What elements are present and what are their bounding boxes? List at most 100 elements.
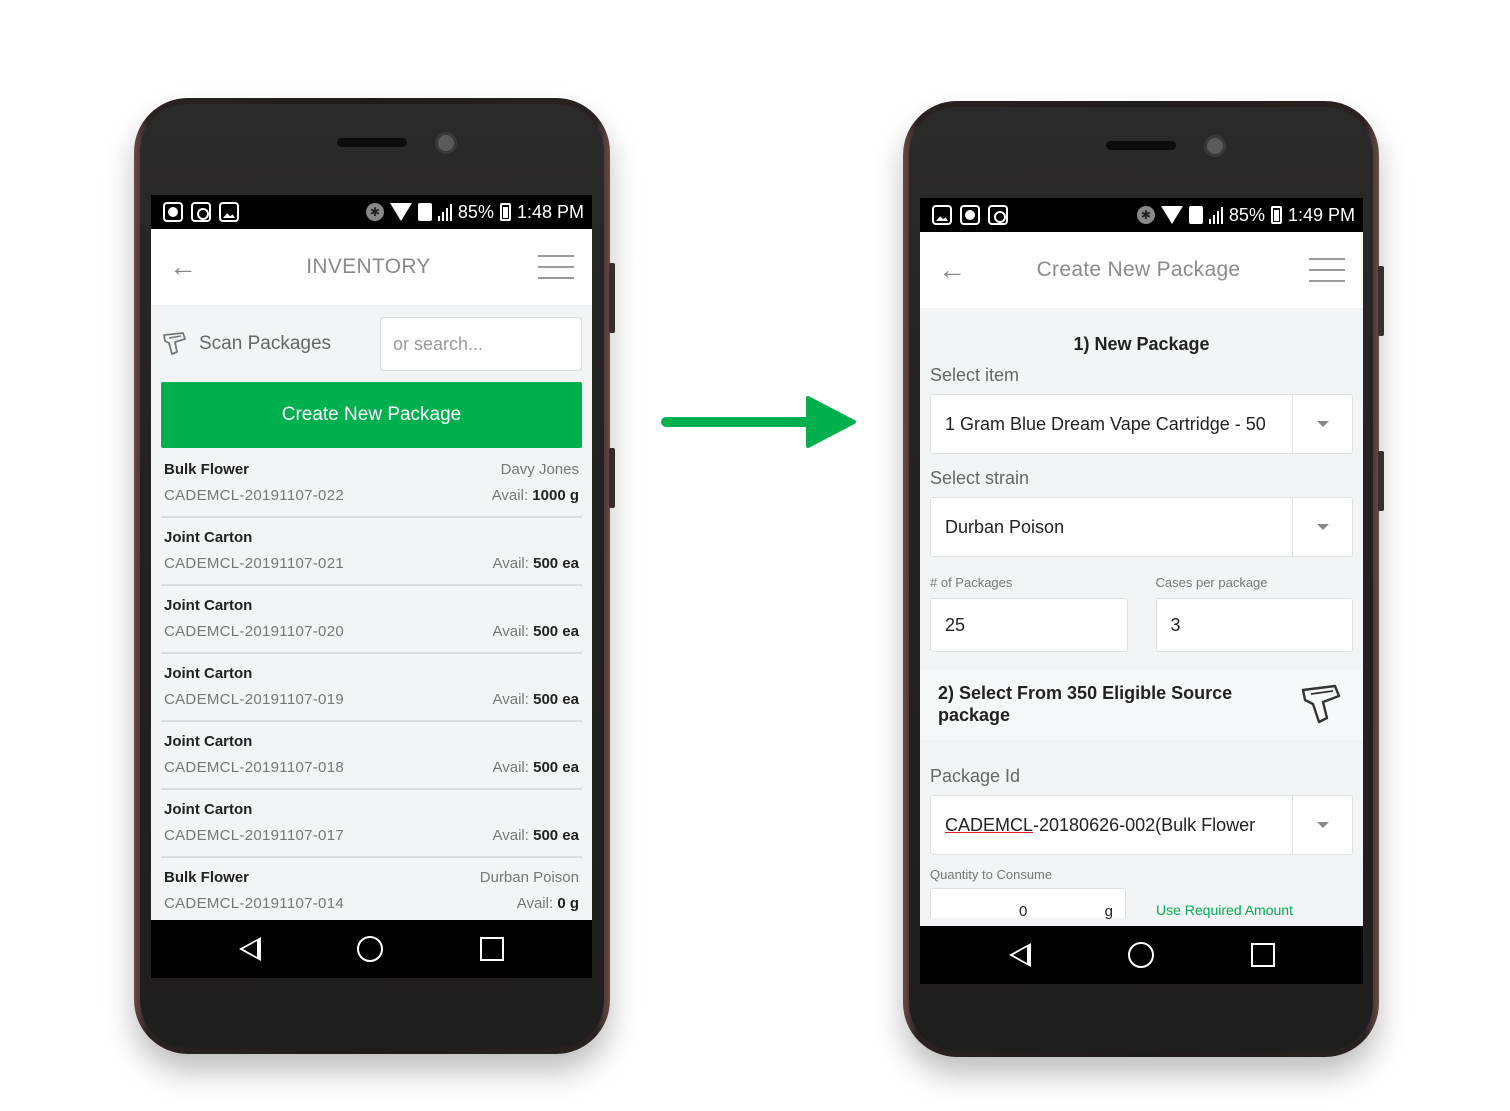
inventory-list-item[interactable]: Joint Carton CADEMCL-20191107-018 Avail: 5… bbox=[161, 722, 582, 790]
power-button bbox=[609, 448, 615, 508]
signal-icon bbox=[437, 203, 452, 221]
item-package-id: CADEMCL-20191107-020 bbox=[164, 622, 344, 640]
scan-packages-button[interactable]: Scan Packages bbox=[161, 330, 331, 358]
nfc-icon bbox=[1188, 206, 1203, 224]
nav-back-icon[interactable] bbox=[239, 937, 262, 961]
transition-arrow-icon bbox=[661, 396, 856, 448]
nav-home-icon[interactable] bbox=[357, 936, 384, 962]
item-name: Joint Carton bbox=[164, 732, 253, 750]
cases-per-package-input[interactable]: 3 bbox=[1155, 598, 1353, 652]
status-bar: ✱ 85% 1:48 PM bbox=[151, 195, 592, 229]
item-name: Joint Carton bbox=[164, 800, 253, 818]
nfc-icon bbox=[417, 203, 432, 221]
volume-button bbox=[1378, 266, 1384, 336]
item-name: Joint Carton bbox=[164, 528, 253, 546]
inventory-list: Bulk Flower Davy Jones CADEMCL-20191107-02… bbox=[161, 450, 582, 926]
item-package-id: CADEMCL-20191107-021 bbox=[164, 554, 344, 572]
chevron-down-icon[interactable] bbox=[1292, 395, 1352, 453]
left-screen: ✱ 85% 1:48 PM ← INVENTORY Scan Packages … bbox=[151, 195, 592, 978]
avail-amount: 0 g bbox=[557, 894, 579, 912]
nav-back-icon[interactable] bbox=[1008, 943, 1031, 967]
quantity-unit: g bbox=[1104, 903, 1113, 920]
package-id-prefix: CADEMCL bbox=[945, 814, 1034, 835]
inventory-list-item[interactable]: Joint Carton CADEMCL-20191107-021 Avail: 5… bbox=[161, 518, 582, 586]
package-id-dropdown[interactable]: CADEMCL-20180626-002(Bulk Flower bbox=[930, 795, 1353, 855]
barcode-scanner-icon[interactable] bbox=[1299, 682, 1345, 728]
avail-amount: 500 ea bbox=[533, 554, 579, 572]
back-arrow-icon[interactable]: ← bbox=[938, 254, 968, 286]
package-count-row: # of Packages 25 Cases per package 3 bbox=[930, 575, 1353, 652]
item-package-id: CADEMCL-20191107-022 bbox=[164, 486, 344, 504]
create-new-package-button[interactable]: Create New Package bbox=[161, 382, 582, 448]
avail-amount: 500 ea bbox=[533, 758, 579, 776]
package-id-label: Package Id bbox=[930, 766, 1021, 786]
select-strain-dropdown[interactable]: Durban Poison bbox=[930, 497, 1353, 557]
item-availability: Avail: 0 g bbox=[517, 895, 579, 912]
item-availability: Avail: 1000 g bbox=[492, 487, 579, 504]
right-phone: ✱ 85% 1:49 PM ← Create New Package 1) Ne… bbox=[903, 101, 1384, 1057]
select-item-value: 1 Gram Blue Dream Vape Cartridge - 50 bbox=[945, 413, 1266, 434]
select-strain-label: Select strain bbox=[930, 468, 1030, 488]
section-new-package-title: 1) New Package bbox=[1073, 334, 1210, 354]
create-package-form: 1) New Package Select item 1 Gram Blue D… bbox=[920, 308, 1363, 920]
search-input[interactable] bbox=[380, 317, 582, 371]
avail-prefix: Avail: bbox=[492, 690, 529, 708]
item-name: Bulk Flower bbox=[164, 868, 250, 886]
inventory-list-item[interactable]: Joint Carton CADEMCL-20191107-020 Avail: 5… bbox=[161, 586, 582, 654]
battery-icon bbox=[1270, 206, 1282, 224]
item-availability: Avail: 500 ea bbox=[493, 555, 579, 572]
avail-prefix: Avail: bbox=[491, 486, 529, 504]
inventory-list-item[interactable]: Joint Carton CADEMCL-20191107-019 Avail: 5… bbox=[161, 654, 582, 722]
item-owner: Durban Poison bbox=[479, 868, 579, 886]
instagram-notification-icon bbox=[191, 202, 211, 222]
item-package-id: CADEMCL-20191107-018 bbox=[164, 758, 344, 776]
item-availability: Avail: 500 ea bbox=[493, 827, 579, 844]
inventory-list-item[interactable]: Joint Carton CADEMCL-20191107-017 Avail: 5… bbox=[161, 790, 582, 858]
item-package-id: CADEMCL-20191107-019 bbox=[164, 690, 344, 708]
num-packages-input[interactable]: 25 bbox=[930, 598, 1128, 652]
scan-row: Scan Packages bbox=[161, 317, 582, 371]
item-owner: Davy Jones bbox=[500, 460, 579, 478]
inventory-list-item[interactable]: Bulk Flower Durban Poison CADEMCL-20191107… bbox=[161, 858, 582, 926]
quantity-value: 0 bbox=[1019, 903, 1028, 920]
avail-prefix: Avail: bbox=[516, 894, 554, 912]
clock: 1:49 PM bbox=[1287, 204, 1355, 225]
menu-icon[interactable] bbox=[538, 255, 574, 279]
nav-recents-icon[interactable] bbox=[479, 937, 504, 961]
avail-amount: 500 ea bbox=[533, 690, 579, 708]
wifi-icon bbox=[1160, 206, 1183, 224]
earpiece bbox=[1106, 141, 1176, 150]
nav-home-icon[interactable] bbox=[1127, 942, 1154, 968]
nav-recents-icon[interactable] bbox=[1250, 943, 1275, 967]
wifi-icon bbox=[389, 203, 412, 221]
select-strain-value: Durban Poison bbox=[945, 516, 1065, 537]
page-title: INVENTORY bbox=[306, 255, 431, 278]
system-nav-bar bbox=[920, 926, 1363, 984]
item-name: Bulk Flower bbox=[164, 460, 250, 478]
avail-amount: 500 ea bbox=[533, 622, 579, 640]
num-packages-label: # of Packages bbox=[930, 575, 1013, 590]
chevron-down-icon[interactable] bbox=[1292, 796, 1352, 854]
avail-prefix: Avail: bbox=[492, 622, 529, 640]
item-availability: Avail: 500 ea bbox=[493, 623, 579, 640]
item-name: Joint Carton bbox=[164, 664, 253, 682]
package-id-rest: -20180626-002(Bulk Flower bbox=[1033, 814, 1256, 835]
select-item-label: Select item bbox=[930, 365, 1020, 385]
item-package-id: CADEMCL-20191107-017 bbox=[164, 826, 344, 844]
earpiece bbox=[337, 138, 407, 147]
menu-icon[interactable] bbox=[1309, 258, 1345, 282]
chevron-down-icon[interactable] bbox=[1292, 498, 1352, 556]
inventory-list-item[interactable]: Bulk Flower Davy Jones CADEMCL-20191107-02… bbox=[161, 450, 582, 518]
settings-notification-icon bbox=[163, 202, 183, 222]
quantity-input[interactable]: 0 g bbox=[930, 888, 1126, 920]
clock: 1:48 PM bbox=[516, 201, 584, 222]
app-header: ← INVENTORY bbox=[151, 229, 592, 305]
use-required-amount-link[interactable]: Use Required Amount bbox=[1156, 902, 1293, 918]
right-screen: ✱ 85% 1:49 PM ← Create New Package 1) Ne… bbox=[920, 198, 1363, 984]
stage: ✱ 85% 1:48 PM ← INVENTORY Scan Packages … bbox=[0, 0, 1510, 1111]
avail-prefix: Avail: bbox=[492, 758, 529, 776]
source-package-section: 2) Select From 350 Eligible Source packa… bbox=[920, 670, 1363, 740]
battery-percent: 85% bbox=[457, 201, 494, 222]
select-item-dropdown[interactable]: 1 Gram Blue Dream Vape Cartridge - 50 bbox=[930, 394, 1353, 454]
back-arrow-icon[interactable]: ← bbox=[169, 251, 199, 283]
